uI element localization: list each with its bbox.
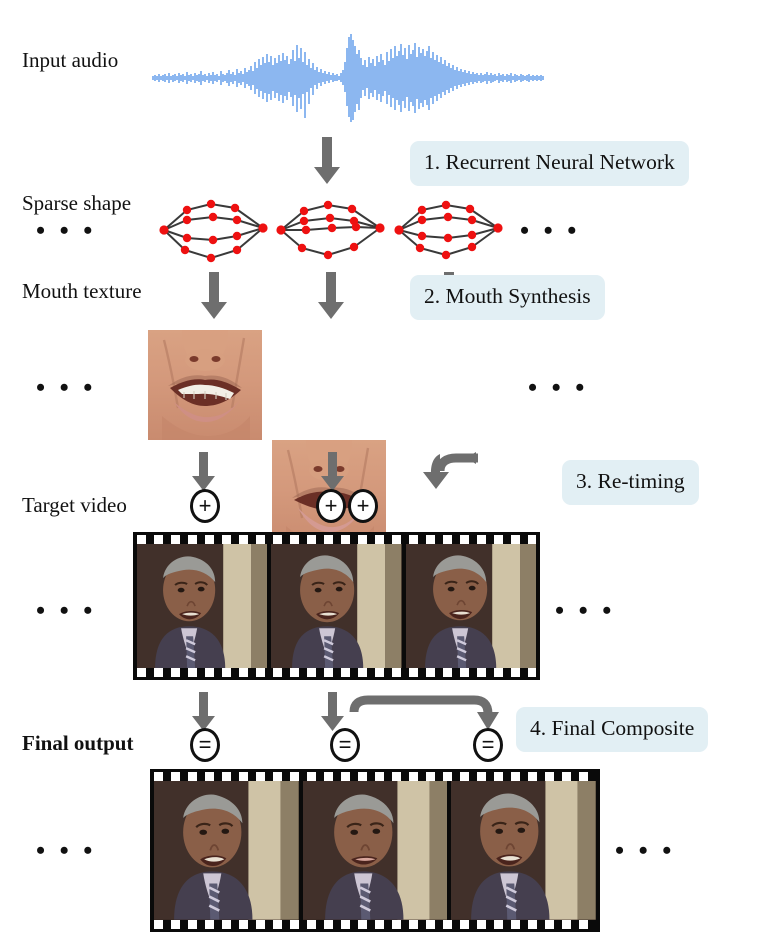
row-label-target-video: Target video <box>22 493 127 517</box>
film-perforations-top-final <box>154 772 596 781</box>
stage-chip-3: 3. Re-timing <box>562 460 699 505</box>
ellipsis-left-texture: • • • <box>36 373 97 402</box>
ellipsis-right-texture: • • • <box>528 373 589 402</box>
final-output-frame-2 <box>302 781 448 920</box>
arrow-shape-to-texture-1 <box>199 272 229 320</box>
row-label-final-output: Final output <box>22 731 134 755</box>
equals-operator-3: = <box>473 728 503 762</box>
film-perforations-bottom-final <box>154 920 596 929</box>
ellipsis-left-shape: • • • <box>36 216 97 245</box>
arrow-shape-to-texture-2 <box>316 272 346 320</box>
audio-waveform <box>152 32 552 129</box>
waveform-svg <box>152 34 544 122</box>
lip-landmarks-2 <box>276 200 388 262</box>
mouth-texture-1 <box>148 330 262 440</box>
ellipsis-right-final: • • • <box>615 836 676 865</box>
row-label-input-audio: Input audio <box>22 48 119 72</box>
ellipsis-right-target: • • • <box>555 596 616 625</box>
target-video-filmstrip <box>133 532 540 680</box>
arrow-texture-to-plus-1 <box>191 452 217 492</box>
lip-landmarks-1 <box>159 198 271 264</box>
ellipsis-left-final: • • • <box>36 836 97 865</box>
stage-chip-1: 1. Recurrent Neural Network <box>410 141 689 186</box>
plus-operator-2: + <box>316 489 346 523</box>
stage-chip-2: 2. Mouth Synthesis <box>410 275 605 320</box>
stage-chip-4: 4. Final Composite <box>516 707 709 752</box>
ellipsis-right-shape: • • • <box>520 216 581 245</box>
row-label-mouth-texture: Mouth texture <box>22 279 142 303</box>
arrow-target-to-equals-1 <box>191 692 217 732</box>
target-video-frame-3 <box>405 544 536 668</box>
ellipsis-left-target: • • • <box>36 596 97 625</box>
target-video-frame-1 <box>137 544 268 668</box>
row-label-sparse-shape: Sparse shape <box>22 191 132 215</box>
film-perforations-bottom <box>137 668 536 677</box>
plus-operator-3: + <box>348 489 378 523</box>
equals-operator-2: = <box>330 728 360 762</box>
arrow-audio-to-shape <box>312 137 342 185</box>
target-video-frame-2 <box>271 544 402 668</box>
final-output-filmstrip <box>150 769 600 932</box>
final-output-frame-1 <box>154 781 299 920</box>
arrow-target-to-equals-2 <box>320 692 346 732</box>
film-perforations-top <box>137 535 536 544</box>
final-output-frame-3 <box>451 781 597 920</box>
arrow-texture-to-plus-2 <box>320 452 346 492</box>
plus-operator-1: + <box>190 489 220 523</box>
equals-operator-1: = <box>190 728 220 762</box>
lip-landmarks-3 <box>394 200 506 262</box>
arrow-retiming-curved <box>350 444 480 496</box>
